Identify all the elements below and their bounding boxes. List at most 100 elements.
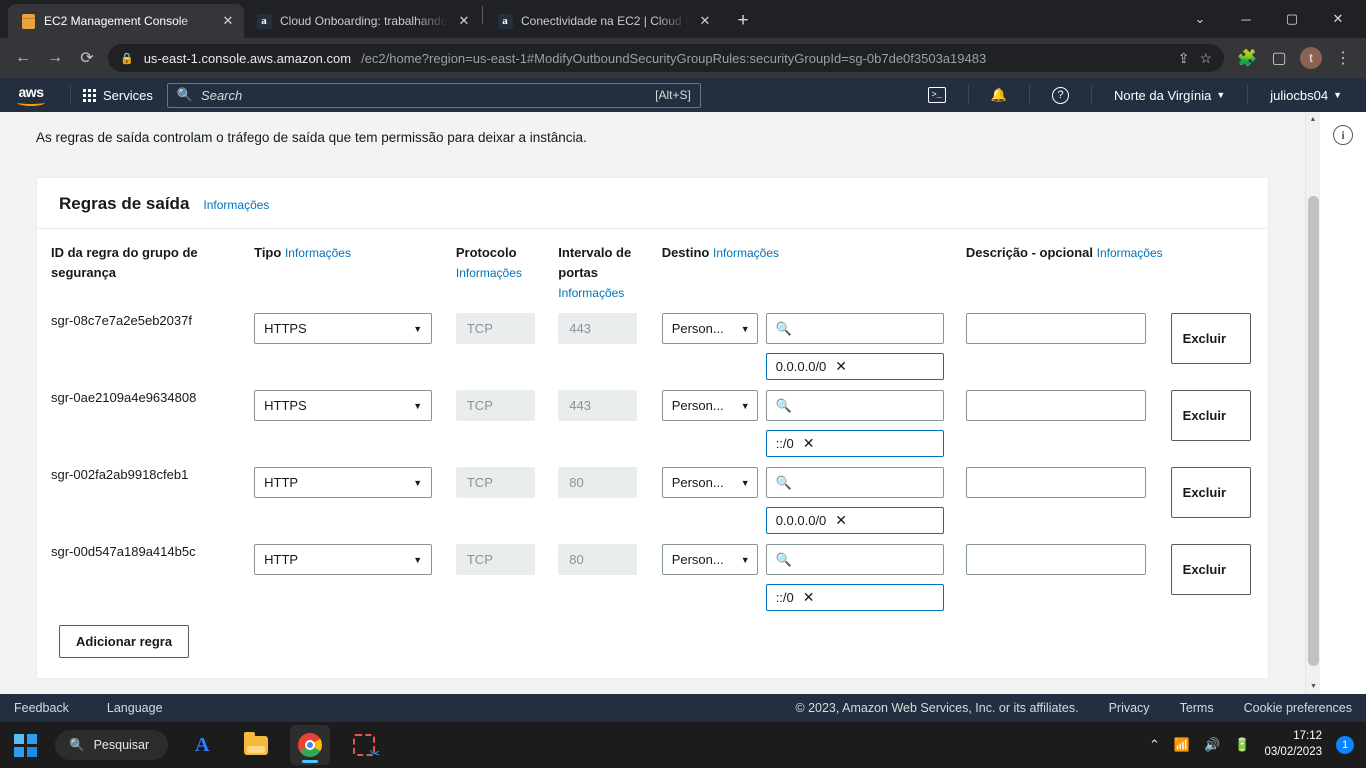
tab-close-icon[interactable]: ✕ (456, 13, 472, 29)
column-info-link[interactable]: Informações (456, 266, 522, 280)
reload-icon[interactable]: ⟳ (72, 43, 102, 73)
column-info-link[interactable]: Informações (285, 246, 351, 260)
terms-link[interactable]: Terms (1180, 701, 1214, 715)
share-icon[interactable]: ⇪ (1178, 50, 1190, 67)
destination-chip[interactable]: 0.0.0.0/0 ✕ (765, 507, 944, 535)
aws-search-placeholder: Search (201, 87, 243, 103)
tab-close-icon[interactable]: ✕ (220, 13, 236, 29)
description-input[interactable] (965, 313, 1146, 345)
window-controls: ⌄ ─ ▢ ✕ (1178, 4, 1366, 38)
maximize-button[interactable]: ▢ (1270, 4, 1314, 34)
chip-remove-icon[interactable]: ✕ (835, 358, 847, 375)
type-select[interactable]: HTTPS ▼ (254, 313, 433, 345)
sidebar-icon[interactable]: ▢ (1264, 43, 1294, 73)
feedback-link[interactable]: Feedback (14, 701, 69, 715)
search-icon: 🔍 (69, 737, 85, 752)
intro-text: As regras de saída controlam o tráfego d… (36, 130, 587, 145)
extensions-icon[interactable]: 🧩 (1232, 43, 1262, 73)
type-select[interactable]: HTTP ▼ (254, 544, 433, 576)
privacy-link[interactable]: Privacy (1109, 701, 1150, 715)
close-window-button[interactable]: ✕ (1316, 4, 1360, 34)
taskbar-clock[interactable]: 17:12 03/02/2023 (1264, 729, 1322, 760)
cell-actions: Excluir (1170, 380, 1268, 457)
destination-search-input[interactable]: 🔍 (765, 544, 944, 576)
info-icon[interactable]: i (1333, 125, 1353, 145)
browser-menu-icon[interactable]: ⋮ (1328, 43, 1358, 73)
address-bar[interactable]: 🔒 us-east-1.console.aws.amazon.com/ec2/h… (108, 44, 1224, 72)
type-select[interactable]: HTTPS ▼ (254, 390, 433, 422)
description-input[interactable] (965, 544, 1146, 576)
help-button[interactable]: ? (1040, 83, 1081, 107)
copyright-text: © 2023, Amazon Web Services, Inc. or its… (795, 701, 1079, 715)
destination-search-input[interactable]: 🔍 (765, 390, 944, 422)
chip-remove-icon[interactable]: ✕ (803, 589, 815, 606)
browser-tabstrip: EC2 Management Console ✕ a Cloud Onboard… (0, 0, 1366, 38)
scroll-down-icon[interactable]: ▼ (1306, 679, 1321, 694)
aws-search-input[interactable]: 🔍 Search [Alt+S] (166, 82, 701, 108)
browser-tab-0[interactable]: EC2 Management Console ✕ (8, 4, 244, 38)
language-link[interactable]: Language (107, 701, 163, 715)
new-tab-button[interactable]: + (729, 7, 757, 35)
browser-tab-2[interactable]: a Conectividade na EC2 | Cloud On ✕ (485, 4, 721, 38)
description-input[interactable] (965, 390, 1146, 422)
card-info-link[interactable]: Informações (203, 198, 269, 212)
browser-tab-1[interactable]: a Cloud Onboarding: trabalhando c ✕ (244, 4, 480, 38)
search-icon: 🔍 (775, 397, 792, 413)
page-title: Regras de saída (59, 194, 190, 213)
scroll-up-icon[interactable]: ▲ (1306, 112, 1320, 127)
description-input[interactable] (965, 467, 1146, 499)
destination-chip[interactable]: 0.0.0.0/0 ✕ (765, 353, 944, 381)
region-selector[interactable]: Norte da Virgínia ▼ (1102, 83, 1237, 107)
chevron-down-icon[interactable]: ⌄ (1178, 4, 1222, 34)
add-rule-button[interactable]: Adicionar regra (59, 625, 190, 659)
type-select[interactable]: HTTP ▼ (254, 467, 433, 499)
header-divider (1029, 85, 1030, 105)
destination-type-select[interactable]: Person... ▼ (661, 390, 758, 422)
wifi-icon[interactable]: 📶 (1174, 737, 1190, 753)
cloudshell-button[interactable]: >_ (916, 83, 958, 107)
destination-search-input[interactable]: 🔍 (765, 467, 944, 499)
tray-chevron-icon[interactable]: ⌃ (1149, 737, 1160, 753)
notifications-button[interactable]: 🔔 (979, 83, 1019, 107)
destination-search-input[interactable]: 🔍 (765, 313, 944, 345)
destination-type-select[interactable]: Person... ▼ (661, 313, 758, 345)
delete-rule-button[interactable]: Excluir (1170, 313, 1251, 365)
aws-logo[interactable]: aws (12, 84, 50, 106)
file-explorer-icon[interactable] (236, 725, 276, 765)
destination-type-select[interactable]: Person... ▼ (661, 544, 758, 576)
chrome-icon[interactable] (290, 725, 331, 765)
aws-footer: Feedback Language © 2023, Amazon Web Ser… (0, 694, 1366, 722)
battery-icon[interactable]: 🔋 (1234, 737, 1250, 753)
destination-chip[interactable]: ::/0 ✕ (765, 430, 944, 458)
windows-start-icon[interactable] (14, 733, 37, 757)
amazon-a-icon: a (256, 13, 272, 29)
profile-avatar[interactable]: t (1296, 43, 1326, 73)
destination-chip[interactable]: ::/0 ✕ (765, 584, 944, 612)
delete-rule-button[interactable]: Excluir (1170, 544, 1251, 596)
table-row: sgr-00d547a189a414b5c HTTP ▼ TCP 80 Pers… (37, 534, 1268, 612)
acrobat-icon[interactable]: A (182, 725, 222, 765)
notification-badge[interactable]: 1 (1336, 736, 1354, 754)
tab-close-icon[interactable]: ✕ (697, 13, 713, 29)
minimize-button[interactable]: ─ (1224, 4, 1268, 34)
delete-rule-button[interactable]: Excluir (1170, 390, 1251, 442)
back-icon[interactable]: ← (8, 43, 38, 73)
services-menu[interactable]: Services (81, 88, 155, 103)
delete-rule-button[interactable]: Excluir (1170, 467, 1251, 519)
chip-remove-icon[interactable]: ✕ (835, 512, 847, 529)
page-scrollbar[interactable]: ▲ ▼ (1305, 112, 1320, 694)
column-info-link[interactable]: Informações (713, 246, 779, 260)
info-panel-rail: i (1320, 112, 1366, 694)
forward-icon[interactable]: → (40, 43, 70, 73)
chip-remove-icon[interactable]: ✕ (803, 435, 815, 452)
destination-type-select[interactable]: Person... ▼ (661, 467, 758, 499)
cookie-preferences-link[interactable]: Cookie preferences (1244, 701, 1352, 715)
column-header-protocol: Protocolo Informações (456, 229, 558, 303)
account-menu[interactable]: juliocbs04 ▼ (1258, 83, 1354, 107)
column-info-link[interactable]: Informações (558, 286, 624, 300)
snipping-tool-icon[interactable] (344, 725, 384, 765)
taskbar-search[interactable]: 🔍 Pesquisar (55, 730, 169, 760)
bookmark-star-icon[interactable]: ☆ (1199, 50, 1212, 67)
volume-icon[interactable]: 🔊 (1204, 737, 1220, 753)
column-info-link[interactable]: Informações (1097, 246, 1163, 260)
